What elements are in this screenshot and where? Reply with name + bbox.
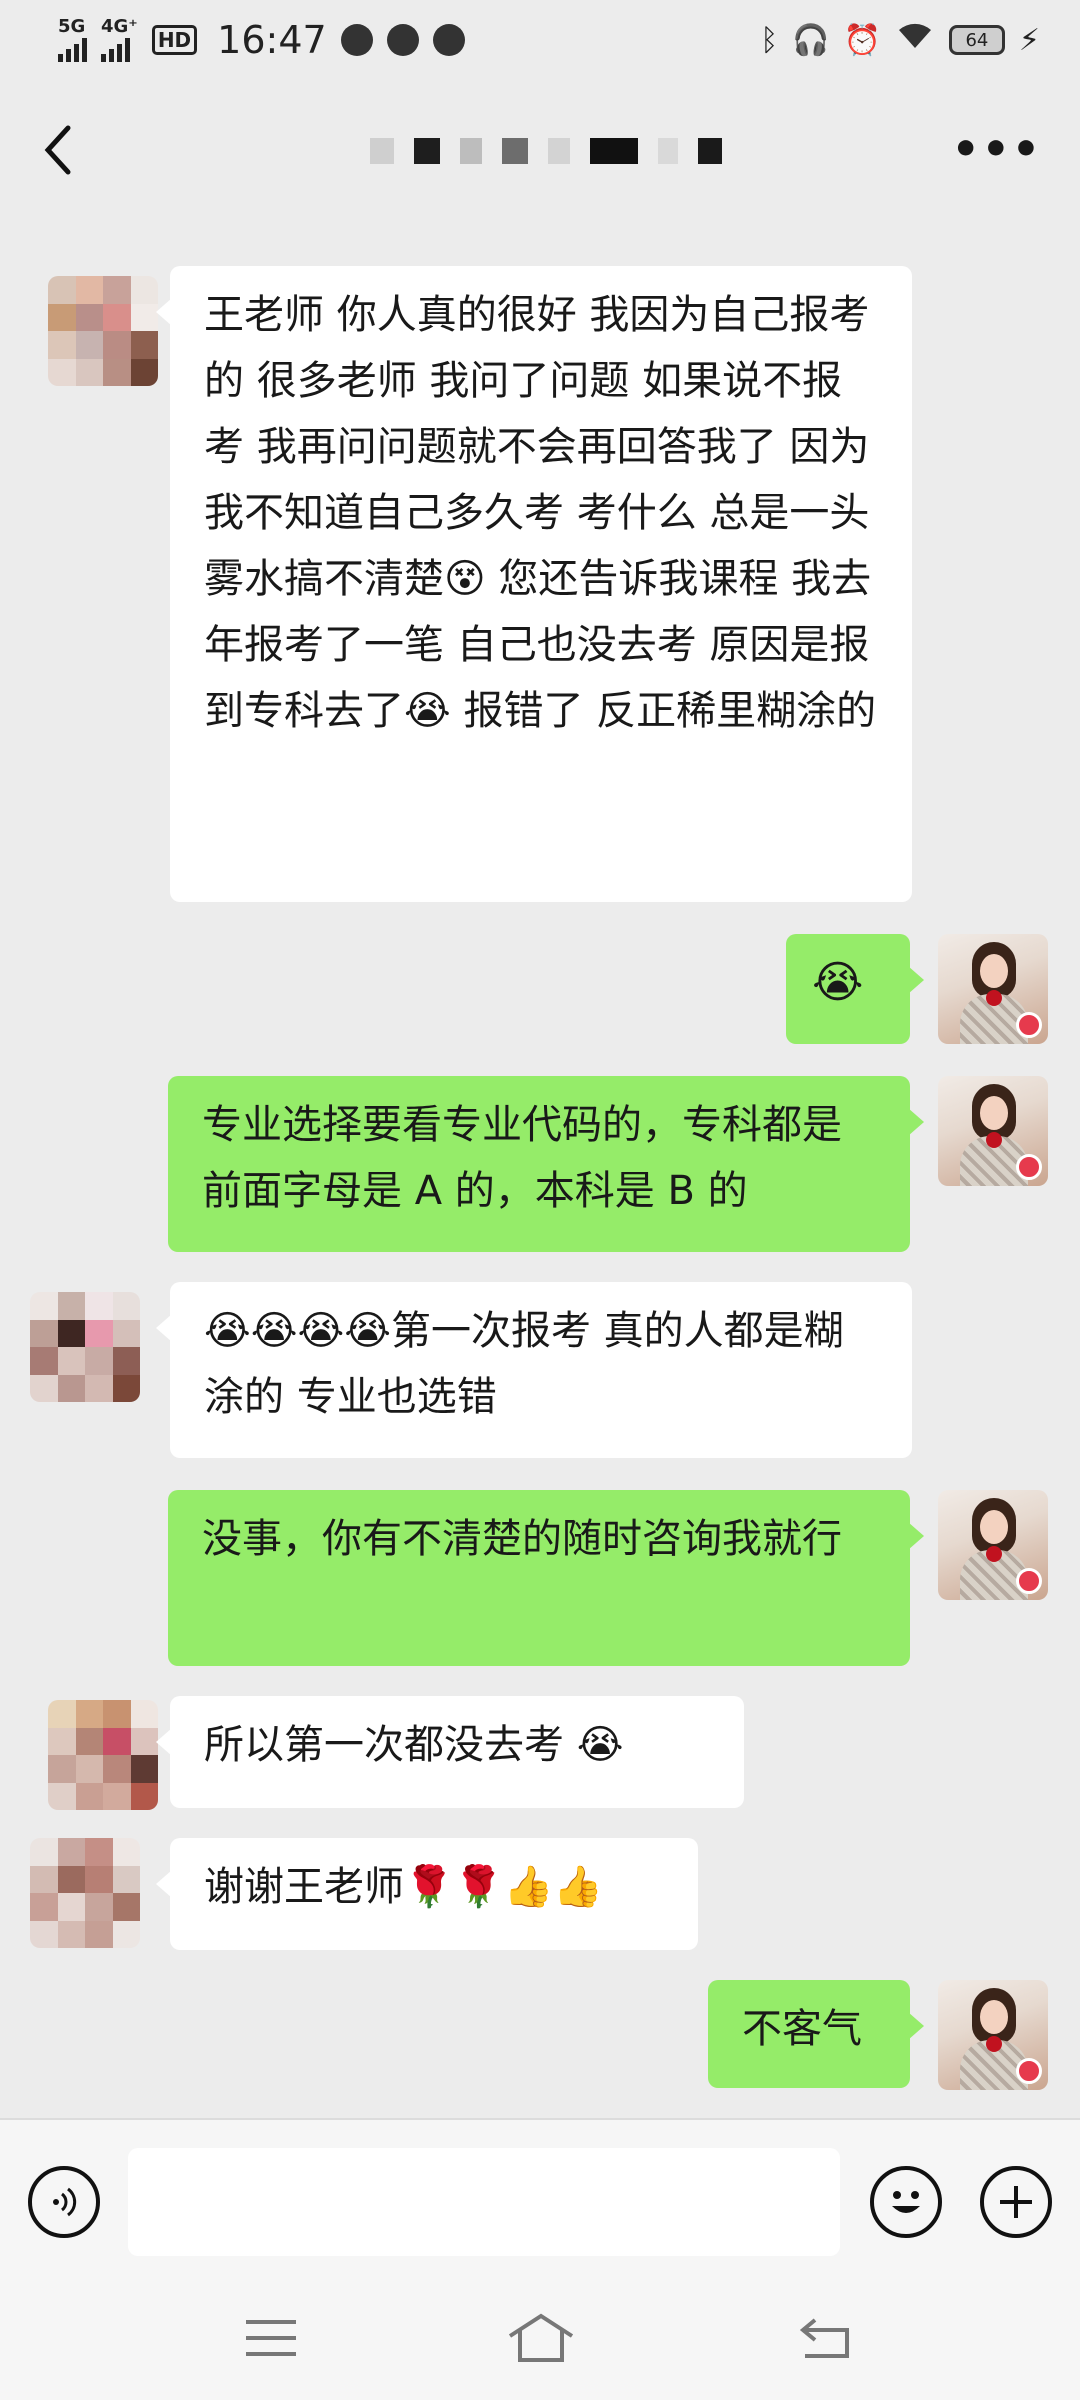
message-bubble-outgoing[interactable]: 😭 [786,934,924,1044]
contact-avatar[interactable] [48,1700,158,1810]
wifi-icon [895,20,935,60]
smile-icon[interactable] [870,2166,942,2238]
user-avatar[interactable] [938,1076,1048,1186]
charging-icon: ⚡ [1018,22,1040,58]
contact-avatar[interactable] [30,1838,140,1948]
signal-5g-icon: 5G [58,18,87,62]
bluetooth-icon: ᛒ [760,22,779,58]
message-bubble-outgoing[interactable]: 没事，你有不清楚的随时咨询我就行 [168,1490,924,1666]
message-bubble-incoming[interactable]: 王老师 你人真的很好 我因为自己报考的 很多老师 我问了问题 如果说不报考 我再… [156,266,912,902]
message-text: 谢谢王老师🌹🌹👍👍 [204,1864,604,1910]
chevron-left-icon[interactable] [38,120,98,180]
system-nav-bar [0,2278,1080,2400]
message-bubble-incoming[interactable]: 😭😭😭😭第一次报考 真的人都是糊涂的 专业也选错 [156,1282,912,1458]
message-text: 专业选择要看专业代码的，专科都是前面字母是 A 的，本科是 B 的 [202,1102,842,1214]
voice-icon[interactable] [28,2166,100,2238]
message-text: 所以第一次都没去考 😭 [204,1722,624,1768]
home-icon[interactable] [506,2308,576,2368]
signal-4g-icon: 4G⁺ [101,18,138,62]
headphones-icon: 🎧 [792,22,830,58]
clock: 16:47 [217,18,327,62]
chat-input-bar [0,2118,1080,2278]
chat-header: ••• [0,90,1080,210]
message-text: 没事，你有不清楚的随时咨询我就行 [202,1516,842,1562]
app-notification-icon [432,24,465,56]
message-text: 王老师 你人真的很好 我因为自己报考的 很多老师 我问了问题 如果说不报考 我再… [204,292,877,734]
chat-title-redacted [370,138,722,164]
user-avatar[interactable] [938,934,1048,1044]
message-bubble-outgoing[interactable]: 不客气 [708,1980,924,2088]
message-bubble-incoming[interactable]: 所以第一次都没去考 😭 [156,1696,744,1808]
message-text: 😭😭😭😭第一次报考 真的人都是糊涂的 专业也选错 [204,1308,844,1420]
message-bubble-incoming[interactable]: 谢谢王老师🌹🌹👍👍 [156,1838,698,1950]
message-bubble-outgoing[interactable]: 专业选择要看专业代码的，专科都是前面字母是 A 的，本科是 B 的 [168,1076,924,1252]
plus-icon[interactable] [980,2166,1052,2238]
alarm-icon: ⏰ [843,22,881,58]
hd-voice-icon: HD [151,25,198,55]
back-icon[interactable] [790,2308,860,2368]
user-avatar[interactable] [938,1490,1048,1600]
battery-level: 64 [965,29,989,51]
status-bar: 5G 4G⁺ HD 16:47 ᛒ 🎧 ⏰ 64 ⚡ [0,0,1080,80]
message-text: 😭 [812,957,864,1008]
message-text: 不客气 [742,2006,862,2052]
contact-avatar[interactable] [48,276,158,386]
menu-icon[interactable] [236,2308,306,2368]
message-input[interactable] [128,2148,840,2256]
message-notification-icon [386,24,419,56]
user-avatar[interactable] [938,1980,1048,2090]
contact-avatar[interactable] [30,1292,140,1402]
battery-icon: 64 [948,25,1005,55]
more-dots-icon[interactable]: ••• [952,128,1042,172]
wechat-notification-icon [340,24,373,56]
